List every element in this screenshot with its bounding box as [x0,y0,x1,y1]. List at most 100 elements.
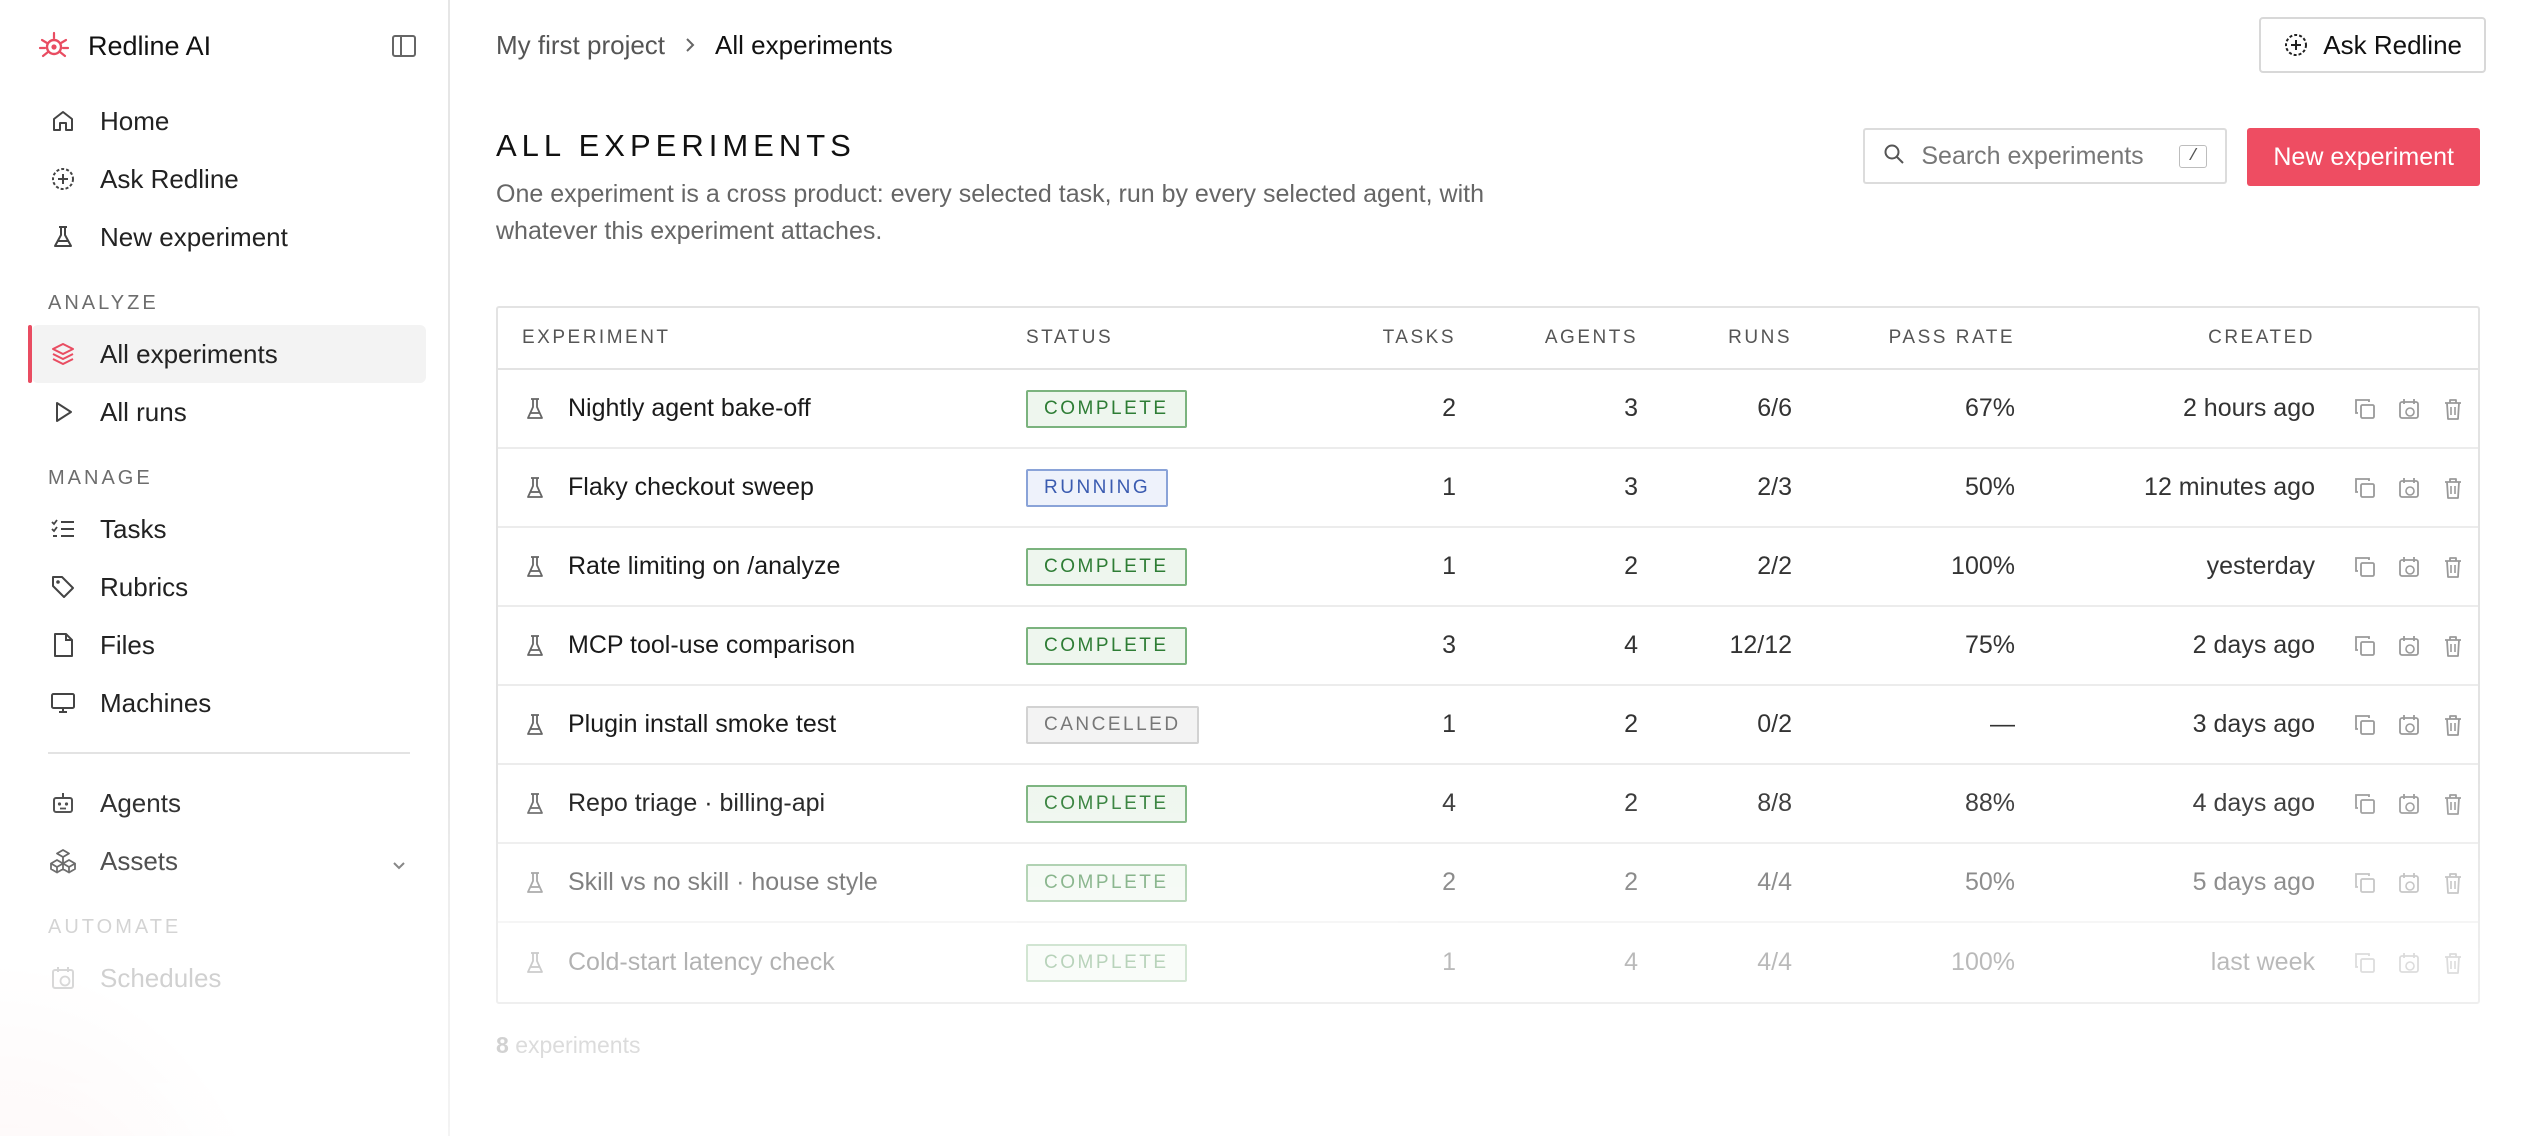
experiment-name[interactable]: Cold-start latency check [568,948,835,977]
experiment-name[interactable]: Rate limiting on /analyze [568,552,840,581]
duplicate-icon[interactable] [2350,868,2380,898]
sidebar-item-machines[interactable]: Machines [32,674,426,732]
delete-icon[interactable] [2438,473,2468,503]
duplicate-icon[interactable] [2350,710,2380,740]
column-header-status[interactable]: STATUS [1026,327,1276,349]
sidebar-item-files[interactable]: Files [32,616,426,674]
column-header-runs[interactable]: RUNS [1638,327,1792,349]
schedule-icon[interactable] [2394,631,2424,661]
table-row[interactable]: Repo triage · billing-api COMPLETE 4 2 8/8 88… [498,765,2478,844]
status-cell: RUNNING [1026,468,1276,507]
sidebar-item-all-experiments[interactable]: All experiments [28,325,426,383]
new-experiment-button[interactable]: New experiment [2247,128,2480,186]
schedule-icon[interactable] [2394,868,2424,898]
duplicate-icon[interactable] [2350,552,2380,582]
schedule-icon[interactable] [2394,948,2424,978]
experiment-cell[interactable]: Repo triage · billing-api [498,789,1026,818]
ask-redline-label: Ask Redline [2323,29,2462,60]
duplicate-icon[interactable] [2350,789,2380,819]
schedule-icon[interactable] [2394,552,2424,582]
experiment-cell[interactable]: Plugin install smoke test [498,710,1026,739]
delete-icon[interactable] [2438,552,2468,582]
sidebar-item-schedules[interactable]: Schedules [32,949,426,1007]
flask-icon [522,871,548,895]
sidebar-item-tasks[interactable]: Tasks [32,500,426,558]
pass-rate-cell: — [1990,710,2015,738]
flask-icon [522,555,548,579]
table-row[interactable]: Rate limiting on /analyze COMPLETE 1 2 2/2 10… [498,528,2478,607]
table-row[interactable]: Nightly agent bake-off COMPLETE 2 3 6/6 67% 2 … [498,370,2478,449]
experiment-name[interactable]: MCP tool-use comparison [568,631,855,660]
table-row[interactable]: Plugin install smoke test CANCELLED 1 2 0/2 —… [498,686,2478,765]
delete-icon[interactable] [2438,394,2468,424]
brand[interactable]: Redline AI [36,24,428,68]
experiment-cell[interactable]: Flaky checkout sweep [498,473,1026,502]
table-row[interactable]: Flaky checkout sweep RUNNING 1 3 2/3 50% 12 mi… [498,449,2478,528]
sidebar-item-new-experiment[interactable]: New experiment [32,208,426,266]
sidebar-item-rubrics[interactable]: Rubrics [32,558,426,616]
runs-cell: 0/2 [1757,710,1792,738]
delete-icon[interactable] [2438,631,2468,661]
experiment-cell[interactable]: MCP tool-use comparison [498,631,1026,660]
search-input[interactable] [1921,141,2180,171]
sidebar-item-label: Ask Redline [100,163,239,194]
delete-icon[interactable] [2438,868,2468,898]
experiment-cell[interactable]: Rate limiting on /analyze [498,552,1026,581]
schedule-icon[interactable] [2394,789,2424,819]
sidebar-item-agents[interactable]: Agents [32,774,426,832]
section-label-manage: MANAGE [48,467,153,489]
table-row[interactable]: Skill vs no skill · house style COMPLETE 2… [498,844,2478,923]
column-header-agents[interactable]: AGENTS [1456,327,1638,349]
schedule-icon[interactable] [2394,473,2424,503]
column-header-created[interactable]: CREATED [2015,327,2315,349]
duplicate-icon[interactable] [2350,394,2380,424]
ask-redline-button[interactable]: Ask Redline [2259,17,2486,73]
runs-cell: 2/3 [1757,473,1792,501]
schedule-icon[interactable] [2394,710,2424,740]
pass-rate-cell: 100% [1951,552,2015,580]
pass-rate-cell: 50% [1964,473,2015,501]
schedule-icon[interactable] [2394,394,2424,424]
table-row[interactable]: MCP tool-use comparison COMPLETE 3 4 12/12 75… [498,607,2478,686]
sidebar-item-label: Assets [100,845,179,876]
sidebar-toggle-icon[interactable] [388,30,420,62]
tasks-cell: 1 [1442,948,1456,976]
chevron-down-icon[interactable] [390,850,408,881]
experiment-name[interactable]: Skill vs no skill · house style [568,868,878,897]
sidebar-item-label: Machines [100,687,212,718]
experiment-name[interactable]: Nightly agent bake-off [568,394,811,423]
experiment-name[interactable]: Plugin install smoke test [568,710,836,739]
ask-icon [48,164,78,194]
experiment-name[interactable]: Repo triage · billing-api [568,789,825,818]
duplicate-icon[interactable] [2350,473,2380,503]
sidebar-item-home[interactable]: Home [32,92,426,150]
breadcrumb-project-link[interactable]: My first project [496,30,665,61]
flask-icon [522,951,548,975]
status-badge: COMPLETE [1026,863,1187,902]
search-box[interactable]: / [1863,128,2228,184]
sidebar-item-assets[interactable]: Assets [32,832,426,890]
page-header: ALL EXPERIMENTS One experiment is a cros… [496,128,2480,250]
duplicate-icon[interactable] [2350,631,2380,661]
sidebar-item-all-runs[interactable]: All runs [32,383,426,441]
experiment-cell[interactable]: Skill vs no skill · house style [498,868,1026,897]
delete-icon[interactable] [2438,710,2468,740]
duplicate-icon[interactable] [2350,948,2380,978]
status-badge: RUNNING [1026,468,1169,507]
created-cell: 3 days ago [2192,710,2315,738]
status-badge: COMPLETE [1026,626,1187,665]
delete-icon[interactable] [2438,789,2468,819]
experiment-name[interactable]: Flaky checkout sweep [568,473,814,502]
breadcrumb: My first project All experiments [496,30,893,61]
experiment-cell[interactable]: Cold-start latency check [498,948,1026,977]
experiment-cell[interactable]: Nightly agent bake-off [498,394,1026,423]
sidebar-item-label: Rubrics [100,571,189,602]
column-header-experiment[interactable]: EXPERIMENT [498,327,1026,349]
sidebar-item-ask-redline[interactable]: Ask Redline [32,150,426,208]
created-cell: 12 minutes ago [2144,473,2315,501]
column-header-pass-rate[interactable]: PASS RATE [1792,327,2015,349]
experiment-count-number: 8 [496,1032,509,1058]
column-header-tasks[interactable]: TASKS [1276,327,1456,349]
delete-icon[interactable] [2438,948,2468,978]
table-row[interactable]: Cold-start latency check COMPLETE 1 4 4/4 100… [498,923,2478,1002]
